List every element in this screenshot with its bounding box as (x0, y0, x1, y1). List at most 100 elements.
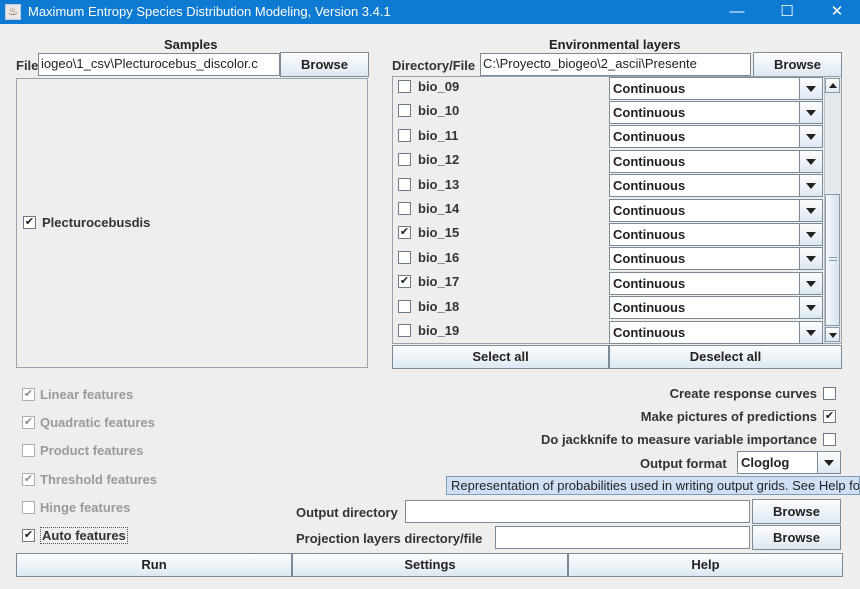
feature-label: Quadratic features (40, 415, 155, 431)
layer-type-dropdown[interactable]: Continuous (609, 222, 823, 246)
env-browse-button[interactable]: Browse (753, 52, 842, 77)
layer-checkbox-bio_19[interactable] (398, 324, 411, 337)
chevron-down-icon[interactable] (799, 223, 822, 245)
layer-type-dropdown[interactable]: Continuous (609, 100, 823, 124)
close-button[interactable]: ✕ (814, 0, 860, 24)
feature-label: Auto features (40, 527, 128, 544)
feature-checkbox[interactable]: ✔ (22, 529, 35, 542)
help-button[interactable]: Help (568, 553, 843, 577)
layer-type-value: Continuous (613, 129, 686, 145)
jackknife-checkbox[interactable] (823, 433, 836, 446)
file-label: File (16, 58, 39, 73)
layer-type-value: Continuous (613, 275, 686, 291)
layer-checkbox-bio_12[interactable] (398, 153, 411, 167)
layer-type-value: Continuous (613, 80, 686, 96)
chevron-down-icon[interactable] (799, 126, 822, 148)
layer-checkbox-bio_17[interactable]: ✔ (398, 275, 411, 289)
jackknife-label: Do jackknife to measure variable importa… (541, 432, 817, 447)
env-layers-heading: Environmental layers (549, 37, 681, 52)
chevron-down-icon[interactable] (799, 77, 822, 99)
pictures-label: Make pictures of predictions (640, 409, 817, 424)
output-format-tooltip: Representation of probabilities used in … (446, 476, 860, 495)
feature-label: Threshold features (40, 471, 158, 487)
feature-checkbox[interactable] (22, 500, 35, 514)
layer-type-value: Continuous (613, 226, 686, 242)
scroll-thumb[interactable] (825, 194, 840, 326)
layer-type-dropdown[interactable]: Continuous (609, 296, 823, 320)
feature-label: Product features (40, 443, 144, 459)
layer-type-dropdown[interactable]: Continuous (609, 125, 823, 149)
layer-type-dropdown[interactable]: Continuous (609, 149, 823, 173)
species-name: Plecturocebusdis (42, 215, 151, 230)
layer-type-value: Continuous (613, 153, 686, 169)
samples-browse-button[interactable]: Browse (280, 52, 369, 77)
title-bar: ♨ Maximum Entropy Species Distribution M… (0, 0, 860, 24)
layer-checkbox-bio_11[interactable] (398, 128, 411, 142)
chevron-down-icon[interactable] (799, 150, 822, 172)
layer-checkbox-bio_15[interactable]: ✔ (398, 226, 411, 240)
layer-name: bio_15 (418, 225, 460, 241)
layer-name: bio_12 (418, 152, 460, 168)
layer-name: bio_14 (418, 201, 460, 216)
layer-type-dropdown[interactable]: Continuous (609, 198, 823, 222)
response-curves-checkbox[interactable] (823, 387, 836, 400)
layer-name: bio_17 (418, 274, 460, 290)
layer-checkbox-bio_13[interactable] (398, 177, 411, 191)
projection-browse-button[interactable]: Browse (752, 525, 841, 550)
layer-checkbox-bio_10[interactable] (398, 104, 411, 118)
maximize-button[interactable]: ☐ (764, 0, 810, 24)
layer-type-dropdown[interactable]: Continuous (609, 76, 823, 100)
chevron-down-icon[interactable] (799, 248, 822, 270)
select-all-button[interactable]: Select all (392, 345, 609, 369)
directory-file-label: Directory/File (392, 58, 476, 73)
layer-type-dropdown[interactable]: Continuous (609, 174, 823, 198)
feature-checkbox[interactable] (22, 444, 35, 458)
scroll-down-arrow-icon[interactable] (825, 327, 840, 342)
layer-name: bio_13 (418, 176, 460, 192)
layer-type-dropdown[interactable]: Continuous (609, 247, 823, 271)
layer-type-dropdown[interactable]: Continuous (609, 271, 823, 295)
layer-type-value: Continuous (613, 251, 686, 267)
deselect-all-button[interactable]: Deselect all (609, 345, 842, 369)
feature-checkbox[interactable]: ✔ (22, 472, 35, 486)
layer-type-value: Continuous (613, 300, 686, 316)
output-directory-field[interactable] (405, 500, 750, 523)
settings-button[interactable]: Settings (292, 553, 568, 577)
chevron-down-icon[interactable] (799, 101, 822, 123)
layer-name: bio_11 (418, 127, 459, 143)
output-browse-button[interactable]: Browse (752, 499, 841, 524)
layer-type-dropdown[interactable]: Continuous (609, 320, 823, 344)
feature-checkbox[interactable]: ✔ (22, 416, 35, 430)
chevron-down-icon[interactable] (799, 321, 822, 343)
projection-layers-field[interactable] (495, 526, 750, 549)
output-format-value: Cloglog (741, 455, 790, 470)
feature-checkbox[interactable]: ✔ (22, 388, 35, 401)
layer-checkbox-bio_16[interactable] (398, 250, 411, 264)
layer-name: bio_09 (418, 79, 460, 94)
chevron-down-icon[interactable] (799, 175, 822, 197)
layer-checkbox-bio_18[interactable] (398, 299, 411, 313)
layer-type-value: Continuous (613, 104, 686, 120)
output-format-dropdown[interactable]: Cloglog (737, 451, 841, 474)
layer-checkbox-bio_14[interactable] (398, 202, 411, 215)
pictures-checkbox[interactable]: ✔ (823, 410, 836, 423)
chevron-down-icon[interactable] (799, 199, 822, 221)
species-checkbox[interactable]: ✔ (23, 216, 36, 229)
layer-name: bio_10 (418, 103, 460, 119)
run-button[interactable]: Run (16, 553, 292, 577)
samples-file-field[interactable]: iogeo\1_csv\Plecturocebus_discolor.c (38, 53, 280, 76)
chevron-down-icon[interactable] (799, 297, 822, 319)
layer-name: bio_18 (418, 298, 460, 314)
layer-checkbox-bio_09[interactable] (398, 80, 411, 93)
minimize-button[interactable]: — (714, 0, 760, 24)
layer-type-value: Continuous (613, 324, 686, 340)
scroll-up-arrow-icon[interactable] (825, 78, 840, 93)
java-app-icon: ♨ (5, 4, 21, 20)
layer-name: bio_16 (418, 249, 460, 265)
layer-name: bio_19 (418, 323, 460, 338)
chevron-down-icon[interactable] (799, 272, 822, 294)
output-directory-label: Output directory (296, 505, 398, 520)
window-title: Maximum Entropy Species Distribution Mod… (28, 4, 391, 19)
env-directory-field[interactable]: C:\Proyecto_biogeo\2_ascii\Presente (480, 53, 751, 76)
chevron-down-icon[interactable] (817, 452, 840, 473)
